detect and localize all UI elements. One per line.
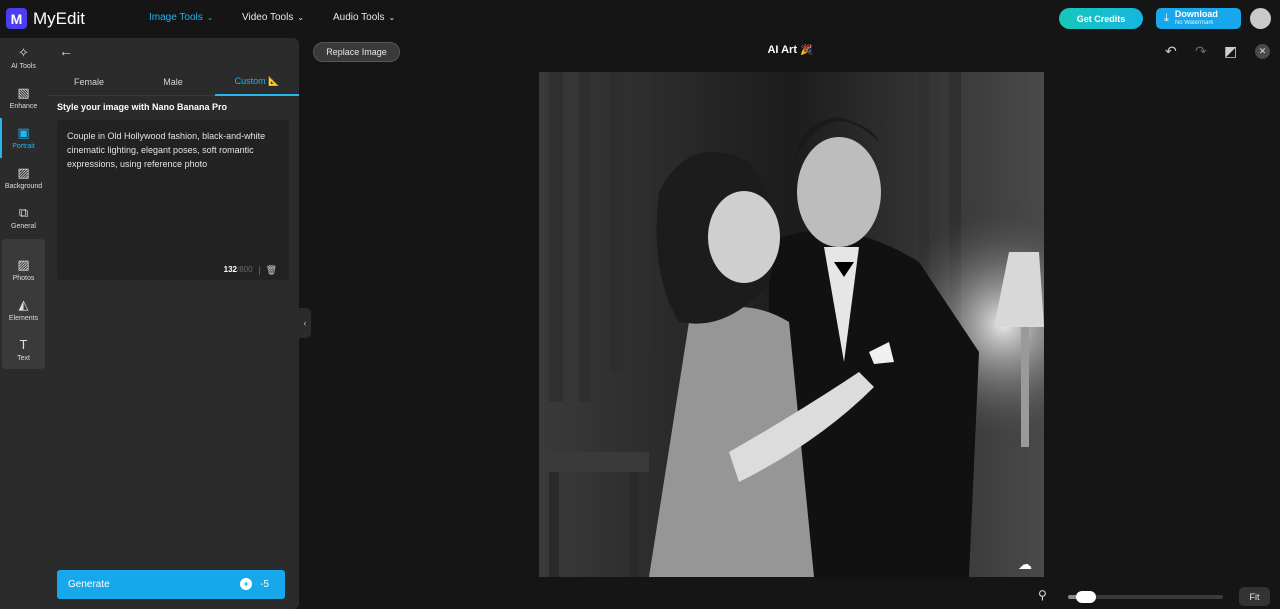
tab-male[interactable]: Male bbox=[131, 68, 215, 96]
get-credits-button[interactable]: Get Credits bbox=[1059, 8, 1143, 29]
collapse-panel-handle[interactable]: ‹ bbox=[299, 308, 311, 338]
avatar[interactable] bbox=[1250, 8, 1271, 29]
trash-icon[interactable]: 🗑 bbox=[266, 263, 277, 277]
divider bbox=[258, 265, 260, 275]
zoom-slider[interactable] bbox=[1068, 591, 1223, 603]
rail-item-label: Enhance bbox=[9, 103, 38, 110]
general-icon: ⧉ bbox=[18, 205, 29, 220]
compare-icon[interactable]: ◩ bbox=[1224, 43, 1237, 60]
rail-item-label: Elements bbox=[8, 315, 39, 322]
nav-image-tools-label: Image Tools bbox=[149, 12, 203, 23]
rail-item-portrait[interactable]: ▣ Portrait bbox=[0, 118, 47, 158]
char-count: 132 bbox=[223, 265, 237, 274]
canvas-title: AI Art 🎉 bbox=[740, 44, 840, 56]
logo-mark-icon: M bbox=[6, 8, 27, 29]
rail-item-ai-tools[interactable]: ✧ AI Tools bbox=[0, 38, 47, 78]
back-arrow-icon[interactable]: ← bbox=[59, 43, 73, 59]
nav-video-tools-label: Video Tools bbox=[242, 12, 294, 23]
rail-item-general[interactable]: ⧉ General bbox=[0, 198, 47, 238]
text-icon: T bbox=[19, 337, 28, 352]
download-icon: ⤓ bbox=[1164, 12, 1169, 24]
nav-audio-tools[interactable]: Audio Tools ⌄ bbox=[333, 12, 395, 23]
rail-item-label: Text bbox=[17, 355, 30, 362]
fit-button[interactable]: Fit bbox=[1239, 587, 1270, 606]
rail-item-label: Portrait bbox=[12, 143, 35, 150]
rail-item-label: General bbox=[11, 223, 36, 230]
generate-label: Generate bbox=[68, 579, 110, 590]
elements-icon: ◭ bbox=[18, 297, 29, 312]
nav-image-tools[interactable]: Image Tools ⌄ bbox=[149, 12, 213, 23]
top-bar: M MyEdit Image Tools ⌄ Video Tools ⌄ Aud… bbox=[0, 0, 1280, 38]
generate-button[interactable]: Generate + -5 bbox=[57, 570, 285, 599]
zoom-slider-thumb[interactable] bbox=[1076, 591, 1097, 603]
rail-item-text[interactable]: T Text bbox=[0, 330, 47, 370]
char-max: /800 bbox=[236, 265, 253, 274]
canvas-title-text: AI Art bbox=[767, 44, 798, 56]
rail-item-background[interactable]: ▨ Background bbox=[0, 158, 47, 198]
prompt-textarea[interactable]: Couple in Old Hollywood fashion, black-a… bbox=[57, 120, 289, 280]
party-icon: 🎉 bbox=[800, 45, 813, 56]
credit-icon: + bbox=[240, 578, 253, 590]
magic-wand-icon: ✧ bbox=[18, 45, 29, 60]
rail-item-photos[interactable]: ▨ Photos bbox=[0, 250, 47, 290]
chevron-down-icon: ⌄ bbox=[206, 13, 214, 22]
tab-female[interactable]: Female bbox=[47, 68, 131, 96]
download-label: Download bbox=[1174, 8, 1218, 19]
nav-video-tools[interactable]: Video Tools ⌄ bbox=[242, 12, 304, 23]
download-sublabel: No Watermark bbox=[1174, 19, 1214, 26]
prompt-text: Couple in Old Hollywood fashion, black-a… bbox=[67, 131, 266, 169]
photos-icon: ▨ bbox=[17, 257, 30, 272]
app-logo[interactable]: M MyEdit bbox=[6, 8, 85, 29]
portrait-photo bbox=[539, 72, 1044, 577]
close-icon[interactable]: ✕ bbox=[1255, 44, 1270, 59]
char-counter: 132 /800 🗑 bbox=[224, 263, 277, 277]
tab-custom[interactable]: Custom 📐 bbox=[215, 68, 299, 96]
redo-icon[interactable]: ↷ bbox=[1195, 43, 1207, 60]
tool-rail: ✧ AI Tools ▧ Enhance ▣ Portrait ▨ Backgr… bbox=[0, 38, 47, 609]
download-button[interactable]: ⤓ Download No Watermark bbox=[1156, 8, 1241, 29]
style-tabs: Female Male Custom 📐 bbox=[47, 68, 299, 96]
portrait-panel: ← Female Male Custom 📐 Style your image … bbox=[47, 38, 299, 609]
result-image bbox=[539, 72, 1044, 577]
rail-item-enhance[interactable]: ▧ Enhance bbox=[0, 78, 47, 118]
image-enhance-icon: ▧ bbox=[17, 85, 30, 100]
replace-image-button[interactable]: Replace Image bbox=[313, 42, 400, 62]
chevron-down-icon: ⌄ bbox=[297, 13, 305, 22]
app-name: MyEdit bbox=[33, 8, 85, 28]
rail-item-elements[interactable]: ◭ Elements bbox=[0, 290, 47, 330]
zoom-icon[interactable]: ⚲ bbox=[1038, 588, 1047, 602]
section-title: Style your image with Nano Banana Pro bbox=[57, 102, 228, 112]
chevron-down-icon: ⌄ bbox=[388, 13, 396, 22]
undo-icon[interactable]: ↶ bbox=[1165, 43, 1177, 60]
nav-audio-tools-label: Audio Tools bbox=[333, 12, 385, 23]
portrait-icon: ▣ bbox=[17, 125, 30, 140]
generate-cost-value: -5 bbox=[260, 578, 269, 590]
rail-item-label: Background bbox=[4, 183, 43, 190]
generate-cost: + -5 bbox=[240, 578, 269, 590]
rail-item-label: Photos bbox=[12, 275, 35, 282]
background-icon: ▨ bbox=[17, 165, 30, 180]
cloud-save-icon[interactable]: ☁ bbox=[1018, 556, 1032, 573]
rail-item-label: AI Tools bbox=[11, 63, 36, 70]
